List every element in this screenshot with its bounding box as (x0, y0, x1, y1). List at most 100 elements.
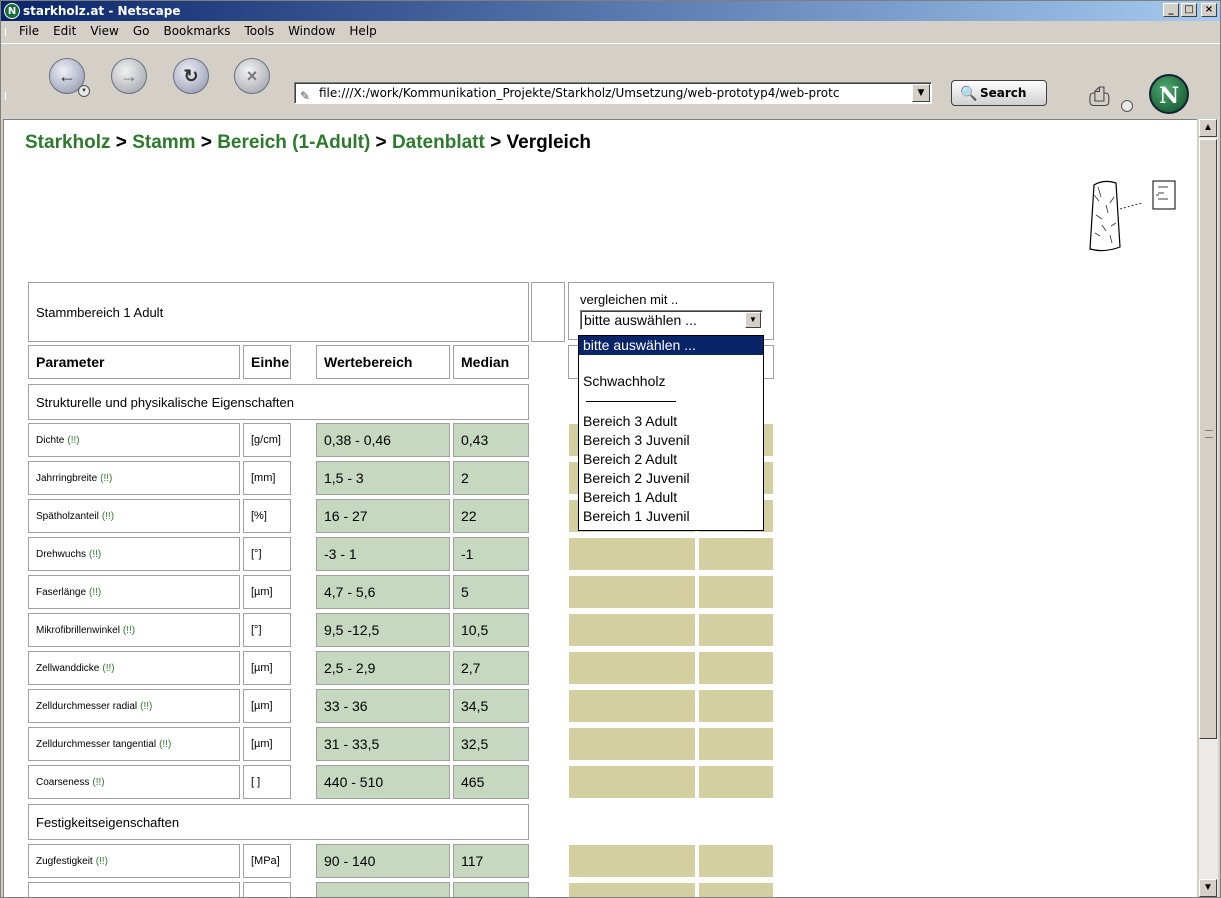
range-cell: -3 - 1 (316, 537, 450, 571)
menu-tools[interactable]: Tools (245, 21, 275, 41)
unit-cell: [µm] (243, 727, 291, 761)
forward-button[interactable]: → (111, 58, 147, 94)
param-info-link[interactable]: (!!) (89, 587, 101, 598)
breadcrumb-bereich[interactable]: Bereich (1-Adult) (217, 132, 370, 153)
param-name: Coarseness (36, 776, 90, 788)
range-cell: 4,7 - 5,6 (316, 575, 450, 609)
search-label: Search (980, 86, 1027, 100)
breadcrumb-stamm[interactable]: Stamm (132, 132, 195, 153)
breadcrumb-datenblatt[interactable]: Datenblatt (392, 132, 485, 153)
param-name: Zelldurchmesser tangential (36, 738, 157, 750)
maximize-button[interactable]: □ (1181, 3, 1197, 17)
scroll-thumb[interactable] (1199, 139, 1217, 739)
param-info-link[interactable]: (!!) (89, 549, 101, 560)
param-cell: Coarseness (!!) (28, 765, 240, 799)
range-cell: 9,5 -12,5 (316, 613, 450, 647)
unit-cell: [µm] (243, 651, 291, 685)
compare-cell (568, 537, 696, 571)
back-dropdown-icon[interactable]: ▼ (78, 85, 90, 97)
param-name: Drehwuchs (36, 548, 87, 560)
stop-button[interactable]: × (234, 58, 270, 94)
compare-cell (698, 765, 774, 799)
menu-bookmarks[interactable]: Bookmarks (163, 21, 230, 41)
menu-go[interactable]: Go (133, 21, 150, 41)
param-info-link[interactable]: (!!) (100, 473, 112, 484)
param-name: Faserlänge (36, 586, 87, 598)
param-info-link[interactable]: (!!) (67, 435, 79, 446)
range-cell: 1,5 - 3 (316, 461, 450, 495)
minimize-button[interactable]: _ (1163, 3, 1179, 17)
param-info-link[interactable]: (!!) (102, 663, 114, 674)
unit-cell: [MPa] (243, 844, 291, 878)
menu-edit[interactable]: Edit (53, 21, 76, 41)
back-button[interactable]: ← ▼ (49, 58, 90, 97)
compare-cell (568, 727, 696, 761)
chevron-down-icon[interactable]: ▼ (745, 312, 761, 328)
compare-option-bereich2-juvenil[interactable]: Bereich 2 Juvenil (579, 469, 763, 488)
compare-option-bitte[interactable]: bitte auswählen ... (579, 336, 763, 355)
param-cell: Mikrofibrillenwinkel (!!) (28, 613, 240, 647)
median-cell: 0,43 (453, 423, 529, 457)
section-heading: Festigkeitseigenschaften (28, 804, 529, 840)
median-cell: 14500 (453, 882, 529, 897)
search-button[interactable]: 🔍 Search (951, 80, 1047, 106)
menu-window[interactable]: Window (288, 21, 335, 41)
param-info-link[interactable]: (!!) (92, 777, 104, 788)
caption-spacer (531, 282, 565, 342)
compare-select[interactable]: bitte auswählen ... ▼ (580, 310, 763, 330)
unit-cell: [µm] (243, 689, 291, 723)
menu-file[interactable]: File (19, 21, 39, 41)
url-history-dropdown[interactable]: ▼ (912, 84, 930, 102)
compare-cell (568, 844, 696, 878)
close-button[interactable]: × (1201, 3, 1217, 17)
print-button[interactable]: ⎙ (1089, 82, 1133, 112)
compare-option-schwachholz[interactable]: Schwachholz (579, 372, 763, 391)
range-cell: 90 - 140 (316, 844, 450, 878)
scroll-down-button[interactable]: ▼ (1199, 879, 1217, 897)
browser-window: N starkholz.at - Netscape _ □ × File Edi… (0, 0, 1221, 898)
unit-cell (243, 882, 291, 897)
compare-cell (568, 575, 696, 609)
window-controls: _ □ × (1163, 3, 1217, 17)
compare-option-bereich3-juvenil[interactable]: Bereich 3 Juvenil (579, 431, 763, 450)
param-info-link[interactable]: (!!) (102, 511, 114, 522)
compare-option-bereich2-adult[interactable]: Bereich 2 Adult (579, 450, 763, 469)
param-name: Mikrofibrillenwinkel (36, 624, 120, 636)
param-name: Spätholzanteil (36, 510, 99, 522)
header-parameter: Parameter (28, 345, 240, 379)
param-info-link[interactable]: (!!) (140, 701, 152, 712)
compare-option-bereich1-juvenil[interactable]: Bereich 1 Juvenil (579, 507, 763, 526)
compare-panel: vergleichen mit .. bitte auswählen ... ▼ (568, 282, 774, 340)
param-info-link[interactable]: (!!) (159, 739, 171, 750)
menu-view[interactable]: View (90, 21, 118, 41)
param-cell: Faserlänge (!!) (28, 575, 240, 609)
breadcrumb-starkholz[interactable]: Starkholz (25, 132, 111, 153)
param-info-link[interactable]: (!!) (123, 625, 135, 636)
section-heading: Strukturelle und physikalische Eigenscha… (28, 384, 529, 420)
print-dropdown-icon[interactable] (1121, 100, 1133, 112)
navigation-toolbar: ← ▼ → ↻ × ✎ file:///X:/work/Kommunikatio… (1, 43, 1220, 119)
median-cell: 32,5 (453, 727, 529, 761)
compare-label: vergleichen mit .. (580, 292, 679, 307)
compare-cell (568, 651, 696, 685)
netscape-logo[interactable]: N (1149, 74, 1189, 114)
vertical-scrollbar[interactable]: ▲ ▼ (1198, 119, 1218, 897)
median-cell: 465 (453, 765, 529, 799)
compare-cell (698, 844, 774, 878)
scroll-up-button[interactable]: ▲ (1199, 119, 1217, 137)
menu-help[interactable]: Help (349, 21, 376, 41)
page-icon: ✎ (300, 89, 311, 103)
forward-arrow-icon: → (120, 66, 138, 86)
compare-dropdown-list: bitte auswählen ... Schwachholz Bereich … (578, 335, 764, 531)
param-info-link[interactable]: (!!) (96, 856, 108, 867)
param-cell: Zugfestigkeit (!!) (28, 844, 240, 878)
page-content: Starkholz > Stamm > Bereich (1-Adult) > … (3, 119, 1197, 897)
toolbar-grip[interactable] (5, 92, 13, 100)
param-name: Jahrringbreite (36, 472, 98, 484)
reload-button[interactable]: ↻ (173, 58, 209, 94)
compare-cell (568, 689, 696, 723)
url-field[interactable]: ✎ file:///X:/work/Kommunikation_Projekte… (294, 82, 932, 104)
header-einheit: Einheit (243, 345, 291, 379)
compare-option-bereich3-adult[interactable]: Bereich 3 Adult (579, 412, 763, 431)
compare-option-bereich1-adult[interactable]: Bereich 1 Adult (579, 488, 763, 507)
